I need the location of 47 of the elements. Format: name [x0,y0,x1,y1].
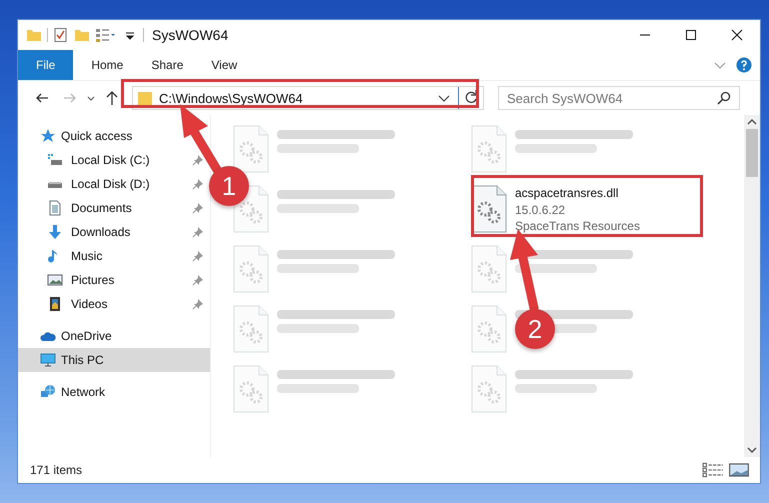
file-detail: 15.0.6.22 [515,202,566,218]
ribbon-tab[interactable]: Share [137,50,198,80]
sidebar-item[interactable]: Documents [18,196,210,220]
ribbon-tab[interactable]: File [18,50,74,80]
sidebar-item[interactable]: Downloads [18,220,210,244]
sidebar-item[interactable]: Music [18,244,210,268]
view-menu-icon[interactable] [95,27,117,43]
star-icon [40,128,56,144]
pin-icon[interactable] [192,226,204,238]
sidebar-item[interactable]: Quick access [18,124,210,148]
sidebar-item[interactable]: Local Disk (D:) [18,172,210,196]
properties-icon[interactable] [53,27,69,43]
sidebar-item[interactable]: This PC [18,348,210,372]
search-field[interactable]: Search SysWOW64 [498,86,740,110]
scroll-thumb[interactable] [746,129,758,177]
details-view-icon[interactable] [702,462,724,478]
tiles-view-icon[interactable] [728,462,750,478]
file-detail: SpaceTrans Resources [515,218,640,234]
ribbon-tab[interactable]: View [197,50,252,80]
address-path: C:\Windows\SysWOW64 [159,90,304,106]
sidebar-item[interactable]: Videos [18,292,210,316]
sidebar-item[interactable]: OneDrive [18,324,210,348]
sidebar-item[interactable]: Pictures [18,268,210,292]
monitor-icon [40,352,56,368]
ribbon-tab[interactable]: Home [77,50,138,80]
file-name: acspacetransres.dll [515,185,620,202]
pin-icon[interactable] [192,274,204,286]
pin-icon[interactable] [192,298,204,310]
help-icon[interactable] [736,57,752,73]
search-icon [716,90,732,106]
pin-icon[interactable] [192,250,204,262]
network-icon [40,384,56,400]
picture-icon [47,272,63,288]
pin-icon[interactable] [192,178,204,190]
pin-icon[interactable] [192,202,204,214]
sidebar-item[interactable]: Network [18,380,210,404]
drive-icon [47,152,63,168]
item-count: 171 items [30,463,82,477]
address-field[interactable]: C:\Windows\SysWOW64 [132,86,484,110]
download-arrow-icon [47,224,63,240]
window-title: SysWOW64 [152,27,230,43]
folder-icon [137,90,153,106]
pin-icon[interactable] [192,154,204,166]
sidebar-item[interactable]: Local Disk (C:) [18,148,210,172]
document-icon [47,200,63,216]
scrollbar[interactable] [744,115,760,457]
film-icon [47,296,63,312]
